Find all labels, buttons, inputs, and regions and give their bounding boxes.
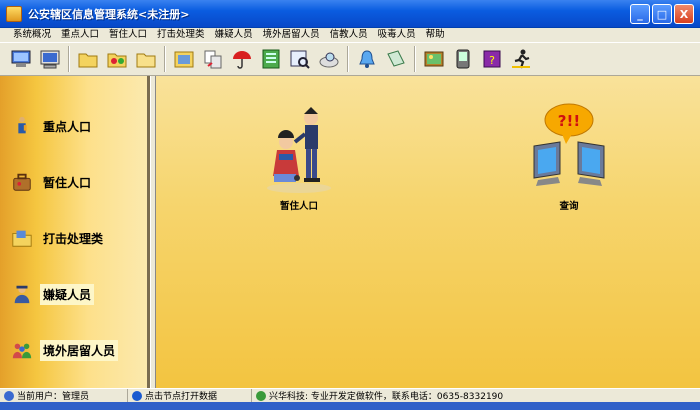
computer-icon[interactable]: [37, 46, 63, 72]
group-people-icon: [10, 338, 34, 362]
status-bar: 当前用户：管理员 点击节点打开数据 兴华科技: 专业开发定做软件，联系电话：06…: [0, 388, 700, 403]
couple-illustration-icon: [267, 107, 331, 193]
menu-drug-users[interactable]: 吸毒人员: [373, 28, 421, 42]
menu-key-population[interactable]: 重点人口: [56, 28, 104, 42]
search-plate-icon[interactable]: [316, 46, 342, 72]
people-folder-icon[interactable]: [171, 46, 197, 72]
nav-suspects[interactable]: 嫌疑人员: [10, 282, 95, 306]
title-bar[interactable]: 公安辖区信息管理系统<未注册> _ □ X: [0, 0, 700, 28]
main-item-label: 查询: [559, 201, 579, 212]
key-person-icon: [10, 114, 34, 138]
user-icon: [4, 390, 14, 401]
monitor-icon[interactable]: [8, 46, 34, 72]
menu-system-overview[interactable]: 系统概况: [8, 28, 56, 42]
toolbar-separator: [414, 46, 416, 72]
bell-icon[interactable]: [354, 46, 380, 72]
toolbar-separator: [164, 46, 166, 72]
window-title: 公安辖区信息管理系统<未注册>: [28, 7, 190, 21]
close-button[interactable]: X: [674, 4, 694, 24]
taskbar-strip: [0, 402, 700, 410]
toolbar-separator: [68, 46, 70, 72]
table-search-icon[interactable]: [287, 46, 313, 72]
notebook-icon[interactable]: [383, 46, 409, 72]
menu-temporary-residents[interactable]: 暂住人口: [104, 28, 152, 42]
case-folder-icon: [10, 226, 34, 250]
main-query[interactable]: ?!! 查询: [524, 102, 614, 212]
toolbar: ?: [0, 42, 700, 76]
menu-foreign-residents[interactable]: 境外居留人员: [258, 28, 325, 42]
info-icon: [132, 390, 142, 401]
help-book-icon[interactable]: ?: [479, 46, 505, 72]
folder-open-icon[interactable]: [133, 46, 159, 72]
exchange-icon[interactable]: [200, 46, 226, 72]
nav-label: 嫌疑人员: [40, 283, 95, 305]
app-icon: [6, 5, 22, 22]
main-temporary-residents[interactable]: 暂住人口: [264, 104, 334, 212]
main-item-label: 暂住人口: [279, 201, 318, 212]
menu-bar: 系统概况 重点人口 暂住人口 打击处理类 嫌疑人员 境外居留人员 信教人员 吸毒…: [0, 28, 700, 42]
nav-temporary-residents[interactable]: 暂住人口: [10, 170, 94, 194]
menu-crackdown[interactable]: 打击处理类: [152, 28, 210, 42]
minimize-button[interactable]: _: [630, 4, 650, 24]
nav-foreign-residents[interactable]: 境外居留人员: [10, 338, 119, 362]
left-nav-panel: 重点人口 暂住人口 打击处理类 嫌疑人员 境外居留人员: [0, 76, 150, 388]
svg-text:?: ?: [489, 54, 495, 67]
exit-runner-icon[interactable]: [508, 46, 534, 72]
main-canvas: 暂住人口 ?!! 查询: [156, 76, 700, 388]
status-hint-pane: 点击节点打开数据: [128, 388, 252, 403]
toolbar-separator: [347, 46, 349, 72]
window-controls: _ □ X: [630, 4, 694, 24]
status-user-pane: 当前用户：管理员: [0, 388, 128, 403]
picture-frame-icon[interactable]: [421, 46, 447, 72]
ledger-icon[interactable]: [258, 46, 284, 72]
status-company-pane: 兴华科技: 专业开发定做软件，联系电话：0635-8332190: [252, 389, 700, 403]
handheld-icon[interactable]: [450, 46, 476, 72]
folder-share-icon[interactable]: [104, 46, 130, 72]
luggage-icon: [10, 170, 34, 194]
company-icon: [256, 390, 266, 401]
status-hint: 点击节点打开数据: [145, 392, 218, 402]
menu-suspects[interactable]: 嫌疑人员: [210, 28, 258, 42]
umbrella-icon[interactable]: [229, 46, 255, 72]
nav-label: 重点人口: [43, 119, 92, 134]
status-company: 兴华科技: 专业开发定做软件，联系电话：0635-8332190: [269, 392, 504, 402]
query-computers-icon: ?!!: [533, 103, 605, 186]
suspect-icon: [10, 282, 34, 306]
nav-label: 打击处理类: [43, 231, 104, 246]
menu-help[interactable]: 帮助: [421, 28, 450, 42]
menu-religious[interactable]: 信教人员: [325, 28, 373, 42]
nav-crackdown[interactable]: 打击处理类: [10, 226, 106, 250]
folder-icon[interactable]: [75, 46, 101, 72]
nav-label: 境外居留人员: [40, 339, 119, 361]
nav-key-population[interactable]: 重点人口: [10, 114, 94, 138]
nav-label: 暂住人口: [43, 175, 92, 190]
maximize-button[interactable]: □: [652, 4, 672, 24]
query-bubble-text: ?!!: [558, 112, 580, 130]
status-user: 当前用户：管理员: [17, 392, 90, 402]
